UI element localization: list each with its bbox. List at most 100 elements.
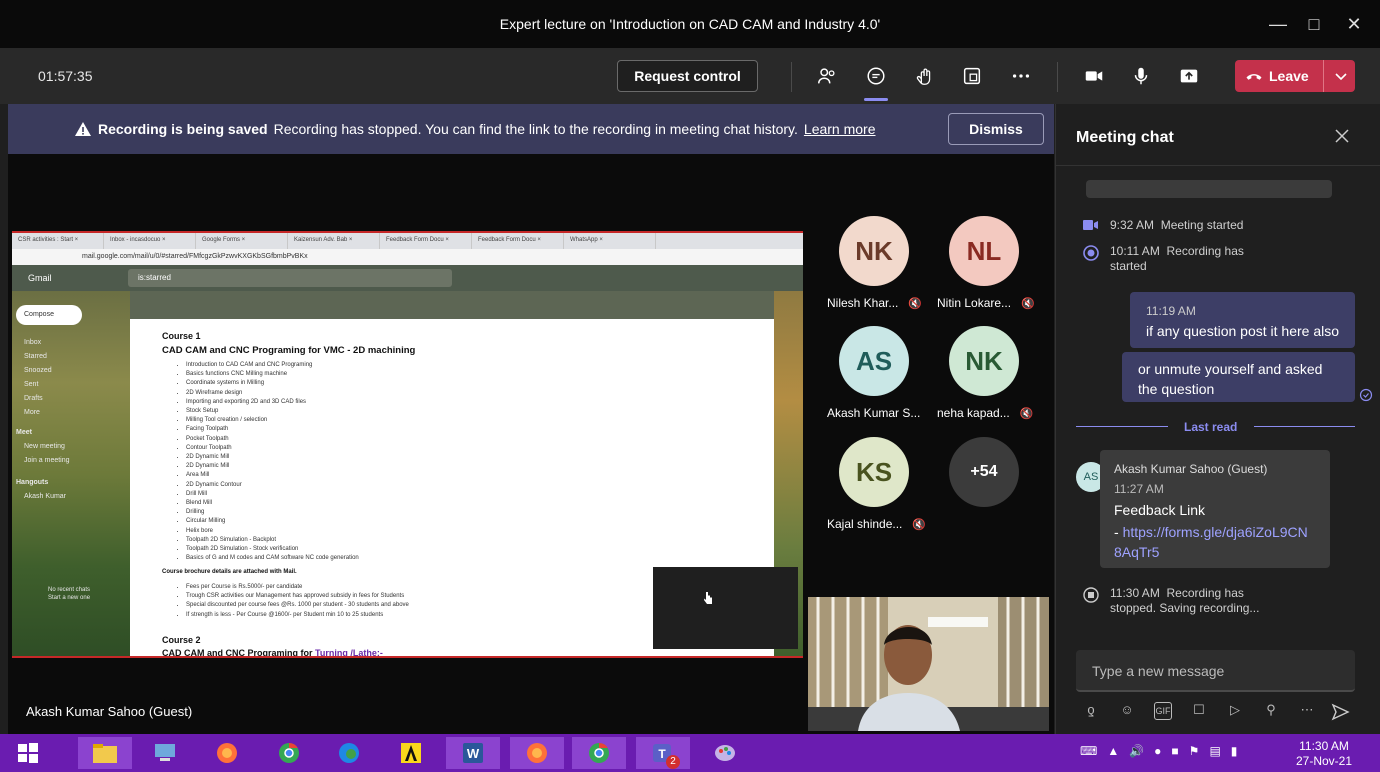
gmail-nav-item: Starred [24,353,47,360]
my-message-text: or unmute yourself and asked the questio… [1138,361,1323,397]
learn-more-link[interactable]: Learn more [804,121,876,137]
browser-tab: Kaizensun Adv. Bab × [288,233,380,249]
keyboard-icon[interactable]: ⌨ [1080,744,1097,758]
share-icon [1180,69,1198,83]
reactions-button[interactable] [910,62,940,90]
format-icon[interactable]: ƍ [1082,702,1100,720]
chat-title: Meeting chat [1076,129,1174,146]
firefox-icon [217,743,237,763]
file-explorer-app[interactable] [78,737,132,769]
minimize-button[interactable]: — [1264,10,1292,38]
record-icon [1083,245,1099,261]
start-button[interactable] [6,737,50,769]
chrome-app[interactable] [262,737,316,769]
gmail-compose: Compose [16,305,82,325]
battery-icon[interactable]: ▮ [1231,744,1238,758]
chevron-down-icon[interactable] [1331,66,1351,86]
gmail-nav-item: Inbox [24,339,42,346]
course-topic: Basics of G and M codes and CAM software… [186,554,359,563]
computer-app[interactable] [138,737,192,769]
email-toolbar [130,291,774,319]
presenter-cursor-overlay [653,567,798,649]
system-tray: ⌨ ▲ 🔊 ● ■ ⚑ ▤ ▮ [1080,744,1237,758]
more-icon[interactable]: ⋯ [1298,702,1316,720]
mic-off-icon: 🔇 [1019,407,1034,420]
firefox-app[interactable] [510,737,564,769]
mic-off-icon: 🔇 [912,518,927,531]
clock-time: 11:30 AM [1299,739,1349,753]
chat-icon [867,67,885,85]
rooms-button[interactable] [957,62,987,90]
flag-icon[interactable]: ⚑ [1189,744,1200,758]
tray-app-icon[interactable]: ■ [1171,744,1178,758]
course1-heading: Course 1 [162,331,201,341]
browser-tab: Inbox - incasdocuo × [104,233,196,249]
leave-button[interactable]: Leave [1235,60,1355,92]
computer-icon [155,744,175,761]
window-title: Expert lecture on 'Introduction on CAD C… [499,16,881,32]
share-button[interactable] [1174,62,1204,90]
participant-avatar[interactable]: KS [839,437,909,507]
my-message-bubble: or unmute yourself and asked the questio… [1122,352,1355,402]
request-control-button[interactable]: Request control [617,60,758,92]
banner-title: Recording is being saved [98,121,268,137]
toolbar-divider [791,62,792,92]
participants-button[interactable] [812,62,842,90]
toolbar-divider [1057,62,1058,92]
course2-title: CAD CAM and CNC Programing for Turning /… [162,648,383,658]
gif-icon[interactable]: GIF [1154,702,1172,720]
teams-app[interactable]: T 2 [636,737,690,769]
chat-button[interactable] [861,62,891,90]
course-topic: Drill Mill [186,490,359,499]
participant-avatar[interactable]: NK [949,326,1019,396]
banner-text: Recording has stopped. You can find the … [273,121,798,137]
dismiss-button[interactable]: Dismiss [948,113,1044,145]
feedback-link[interactable]: - https://forms.gle/dja6iZoL9CN8AqTr5 [1114,522,1314,562]
gmail-search: is:starred [128,269,452,287]
network-icon[interactable]: ▤ [1209,744,1220,758]
firefox-app[interactable] [200,737,254,769]
tray-app-icon[interactable]: ● [1154,744,1161,758]
chat-header: Meeting chat [1056,104,1380,166]
taskbar-clock[interactable]: 11:30 AM 27-Nov-21 [1296,739,1352,769]
participant-name: neha kapad... 🔇 [937,406,1034,420]
svg-text:W: W [467,746,480,761]
gmail-logo: Gmail [28,273,52,283]
send-icon[interactable] [1330,702,1350,722]
mic-button[interactable] [1126,62,1156,90]
emoji-icon[interactable]: ☺ [1118,702,1136,720]
maximize-button[interactable]: □ [1300,10,1328,38]
word-app[interactable]: W [446,737,500,769]
course-topic: Helix bore [186,527,359,536]
course-topic: Coordinate systems in Milling [186,379,359,388]
course-topic: Contour Toolpath [186,444,359,453]
participant-avatar[interactable]: NK [839,216,909,286]
more-participants-button[interactable]: +54 [949,437,1019,507]
chevron-up-icon[interactable]: ▲ [1107,744,1119,758]
close-button[interactable]: ✕ [1340,10,1368,38]
message-input[interactable]: Type a new message [1076,650,1355,692]
course-topic: Stock Setup [186,407,359,416]
title-bar: Expert lecture on 'Introduction on CAD C… [0,0,1380,48]
browser-tab: WhatsApp × [564,233,656,249]
system-event: 9:32 AM Meeting started [1082,218,1280,233]
presenter-name: Akash Kumar Sahoo (Guest) [26,704,193,719]
course-topic: Drilling [186,508,359,517]
meet-now-icon[interactable]: ▷ [1226,702,1244,720]
chrome-app[interactable] [572,737,626,769]
volume-icon[interactable]: 🔊 [1129,744,1144,758]
camera-button[interactable] [1079,62,1109,90]
participant-avatar[interactable]: AS [839,326,909,396]
close-icon[interactable] [1332,126,1352,146]
more-actions-button[interactable] [1006,62,1036,90]
browser-tab: Feedback Form Docu × [472,233,564,249]
folder-icon [93,744,117,763]
participant-avatar[interactable]: NL [949,216,1019,286]
stylized-a-icon [401,743,421,763]
paint-app[interactable] [698,737,752,769]
gmail-nav-item: Sent [24,381,39,388]
edge-app[interactable] [322,737,376,769]
praise-icon[interactable]: ⚲ [1262,702,1280,720]
app-shortcut[interactable] [384,737,438,769]
sticker-icon[interactable]: ☐ [1190,702,1208,720]
